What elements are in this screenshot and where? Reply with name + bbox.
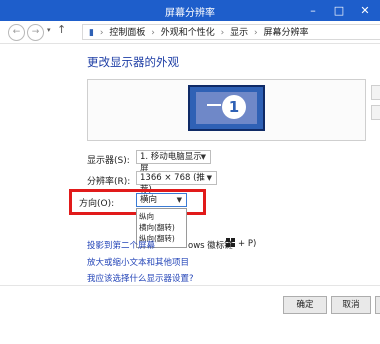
title-bar: 屏幕分辨率 – □ ✕ <box>0 0 380 21</box>
navigation-bar: ← → ▾ ↑ ▮ › 控制面板 › 外观和个性化 › 显示 › 屏幕分辨率 <box>0 21 380 44</box>
windows-logo-icon <box>226 238 236 248</box>
close-button[interactable]: ✕ <box>352 0 378 21</box>
monitor-icon[interactable]: 1 <box>188 85 265 131</box>
identify-button[interactable] <box>371 105 380 120</box>
breadcrumb-item-control-panel[interactable]: 控制面板 <box>109 28 145 38</box>
control-panel-icon: ▮ <box>89 28 94 38</box>
ok-button[interactable]: 确定 <box>283 296 327 314</box>
up-arrow-icon[interactable]: ↑ <box>57 23 66 36</box>
back-icon[interactable]: ← <box>8 24 25 41</box>
cancel-button[interactable]: 取消 <box>331 296 371 314</box>
chevron-down-icon[interactable]: ▾ <box>47 26 51 34</box>
breadcrumb-item-resolution[interactable]: 屏幕分辨率 <box>263 28 308 38</box>
chevron-down-icon: ▼ <box>200 153 206 161</box>
project-hint-keys: + P) <box>238 239 257 249</box>
help-link[interactable]: 我应该选择什么显示器设置? <box>87 272 194 284</box>
minimize-button[interactable]: – <box>300 0 326 21</box>
enlarge-text-link[interactable]: 放大或缩小文本和其他项目 <box>87 256 189 268</box>
address-bar[interactable]: ▮ › 控制面板 › 外观和个性化 › 显示 › 屏幕分辨率 <box>82 24 380 40</box>
option-landscape-flipped[interactable]: 横向(翻转) <box>139 222 175 233</box>
display-select[interactable]: 1. 移动电脑显示屏 ▼ <box>136 150 211 174</box>
maximize-button[interactable]: □ <box>326 0 352 21</box>
monitor-number: 1 <box>222 95 246 119</box>
resolution-label: 分辨率(R): <box>87 177 131 187</box>
page-heading: 更改显示器的外观 <box>87 55 179 69</box>
detect-button[interactable] <box>371 85 380 100</box>
resolution-select[interactable]: 1366 × 768 (推荐) ▼ <box>136 171 217 195</box>
breadcrumb-item-display[interactable]: 显示 <box>230 28 248 38</box>
project-link[interactable]: 投影到第二个屏幕 <box>87 239 155 251</box>
footer-divider <box>0 285 380 286</box>
display-label: 显示器(S): <box>87 156 130 166</box>
apply-button[interactable] <box>375 296 380 314</box>
forward-icon[interactable]: → <box>27 24 44 41</box>
option-portrait[interactable]: 纵向 <box>139 211 154 222</box>
breadcrumb-item-appearance[interactable]: 外观和个性化 <box>161 28 215 38</box>
chevron-down-icon: ▼ <box>206 174 212 182</box>
